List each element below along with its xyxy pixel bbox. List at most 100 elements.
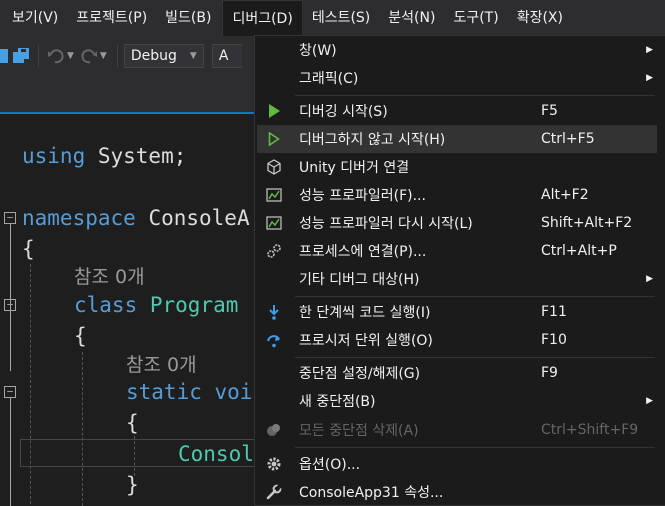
menu-item-delete-all-breakpoints[interactable]: 모든 중단점 삭제(A) Ctrl+Shift+F9 (257, 416, 657, 444)
menu-item-label: Unity 디버거 연결 (299, 160, 410, 176)
menu-item-label: 성능 프로파일러(F)... (299, 188, 426, 204)
menu-debug[interactable]: 디버그(D) (222, 0, 303, 36)
menu-item-label: ConsoleApp31 속성... (299, 485, 444, 501)
fold-toggle-method[interactable]: − (4, 386, 16, 398)
menu-separator (295, 95, 655, 96)
menu-item-other-debug-targets[interactable]: 기타 디버그 대상(H) ▶ (257, 265, 657, 293)
menu-item-label: 프로시저 단위 실행(O) (299, 333, 433, 349)
redo-icon[interactable] (78, 45, 100, 67)
menu-item-attach-to-process[interactable]: 프로세스에 연결(P)... Ctrl+Alt+P (257, 237, 657, 265)
menu-item-label: 성능 프로파일러 다시 시작(L) (299, 216, 473, 232)
code-line-using: using System; (22, 141, 186, 171)
gears-icon (265, 242, 283, 260)
code-text: } (126, 473, 139, 497)
code-line-namespace: namespace ConsoleA (22, 203, 250, 233)
menu-separator (295, 296, 655, 297)
wrench-icon (265, 483, 283, 501)
menu-item-shortcut: F9 (541, 365, 558, 381)
code-text: { (74, 324, 87, 348)
code-line-brace: { (22, 234, 35, 264)
toolbar-separator (116, 45, 118, 67)
menu-item-label: 디버그하지 않고 시작(H) (299, 132, 446, 148)
step-into-icon (265, 303, 283, 321)
menu-item-relaunch-profiler[interactable]: 성능 프로파일러 다시 시작(L) Shift+Alt+F2 (257, 209, 657, 237)
play-icon (265, 102, 283, 120)
keyword-namespace: namespace (22, 206, 136, 230)
menu-item-label: 창(W) (299, 43, 337, 59)
menu-tools[interactable]: 도구(T) (444, 0, 507, 36)
save-icon[interactable] (0, 45, 10, 67)
menu-separator (295, 447, 655, 448)
codelens-references[interactable]: 참조 0개 (74, 262, 145, 292)
solution-platform-value: A (218, 48, 229, 64)
code-text: { (126, 411, 139, 435)
code-text: System; (85, 144, 187, 168)
menu-view[interactable]: 보기(V) (0, 0, 67, 36)
code-line-brace: { (126, 408, 139, 438)
keyword-using: using (22, 144, 86, 168)
keyword-class: class (74, 293, 138, 317)
menu-extensions[interactable]: 확장(X) (508, 0, 572, 36)
undo-dropdown-icon[interactable]: ▼ (67, 51, 74, 61)
menu-item-label: 한 단계씩 코드 실행(I) (299, 305, 431, 321)
menu-build[interactable]: 빌드(B) (156, 0, 220, 36)
menu-item-step-over[interactable]: 프로시저 단위 실행(O) F10 (257, 326, 657, 354)
fold-line (10, 311, 11, 371)
menu-bar: 보기(V) 프로젝트(P) 빌드(B) 디버그(D) 테스트(S) 분석(N) … (0, 0, 665, 36)
menu-item-label: 중단점 설정/해제(G) (299, 366, 421, 382)
menu-item-label: 그래픽(C) (299, 71, 359, 87)
solution-config-value: Debug (130, 48, 177, 64)
submenu-arrow-icon: ▶ (646, 45, 653, 55)
code-text: { (22, 237, 35, 261)
step-over-icon (265, 331, 283, 349)
menu-item-start-without-debugging[interactable]: 디버그하지 않고 시작(H) Ctrl+F5 (257, 125, 657, 153)
menu-item-performance-profiler[interactable]: 성능 프로파일러(F)... Alt+F2 (257, 181, 657, 209)
code-line-brace: } (126, 470, 139, 500)
submenu-arrow-icon: ▶ (646, 274, 653, 284)
redo-dropdown-icon[interactable]: ▼ (100, 51, 107, 61)
menu-item-attach-unity-debugger[interactable]: Unity 디버거 연결 (257, 153, 657, 181)
undo-icon[interactable] (45, 45, 67, 67)
menu-item-graphics[interactable]: 그래픽(C) ▶ (257, 64, 657, 92)
code-line-method: static voi (126, 377, 252, 407)
keyword-static: static (126, 380, 202, 404)
submenu-arrow-icon: ▶ (646, 396, 653, 406)
menu-item-project-properties[interactable]: ConsoleApp31 속성... (257, 478, 657, 506)
menu-item-shortcut: Ctrl+Shift+F9 (541, 422, 639, 438)
solution-platform-dropdown[interactable]: A (211, 44, 242, 68)
codelens-references[interactable]: 참조 0개 (126, 350, 197, 380)
menu-item-options[interactable]: 옵션(O)... (257, 450, 657, 478)
menu-item-label: 새 중단점(B) (299, 394, 376, 410)
menu-item-label: 옵션(O)... (299, 457, 361, 473)
menu-item-toggle-breakpoint[interactable]: 중단점 설정/해제(G) F9 (257, 359, 657, 387)
menu-item-shortcut: Ctrl+Alt+P (541, 243, 617, 259)
menu-item-start-debugging[interactable]: 디버깅 시작(S) F5 (257, 97, 657, 125)
fold-toggle-namespace[interactable]: − (4, 212, 16, 224)
chevron-down-icon: ▼ (189, 51, 197, 61)
namespace-name: ConsoleA (135, 206, 250, 230)
menu-item-step-into[interactable]: 한 단계씩 코드 실행(I) F11 (257, 298, 657, 326)
save-all-icon[interactable] (10, 45, 32, 67)
debug-dropdown-menu: 창(W) ▶ 그래픽(C) ▶ 디버깅 시작(S) F5 디버그하지 않고 시작… (254, 35, 665, 506)
menu-test[interactable]: 테스트(S) (303, 0, 379, 36)
menu-item-label: 디버깅 시작(S) (299, 104, 388, 120)
menu-item-shortcut: Alt+F2 (541, 187, 589, 203)
keyword-void: voi (201, 380, 253, 404)
menu-item-windows[interactable]: 창(W) ▶ (257, 36, 657, 64)
indent-guide (30, 264, 31, 504)
code-line-brace: { (74, 321, 87, 351)
class-name-console: Consol (178, 442, 254, 466)
menu-item-shortcut: F10 (541, 332, 567, 348)
code-line-class: class Program (74, 290, 238, 320)
code-line-console: Consol (178, 439, 254, 469)
toolbar-separator (38, 45, 39, 67)
menu-item-new-breakpoint[interactable]: 새 중단점(B) ▶ (257, 387, 657, 415)
fold-line (10, 398, 11, 506)
class-name: Program (137, 293, 239, 317)
solution-config-dropdown[interactable]: Debug ▼ (123, 44, 204, 68)
menu-analyze[interactable]: 분석(N) (379, 0, 444, 36)
fold-toggle-class[interactable]: − (4, 299, 16, 311)
profiler-relaunch-icon (265, 214, 283, 232)
menu-project[interactable]: 프로젝트(P) (67, 0, 156, 36)
play-outline-icon (265, 130, 283, 148)
